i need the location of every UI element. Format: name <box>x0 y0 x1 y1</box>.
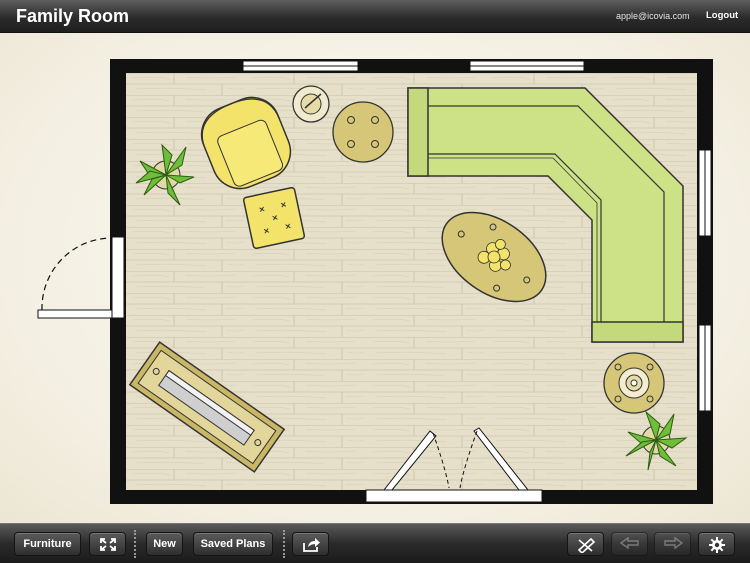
new-button[interactable]: New <box>146 532 183 556</box>
corner-lamp-table[interactable] <box>603 352 665 414</box>
yellow-ottoman[interactable] <box>242 186 306 250</box>
logout-button[interactable]: Logout <box>706 10 738 21</box>
top-window-right[interactable] <box>469 60 585 72</box>
top-bar: Family Room apple@icovia.com Logout <box>0 0 750 33</box>
redo-button[interactable] <box>654 532 691 556</box>
right-window-bottom[interactable] <box>698 324 712 412</box>
share-icon <box>302 538 320 552</box>
fit-view-button[interactable] <box>89 532 126 556</box>
expand-arrows-icon <box>99 538 116 551</box>
round-side-table[interactable] <box>332 101 394 163</box>
share-button[interactable] <box>292 532 329 556</box>
toolbar-divider <box>134 530 136 558</box>
top-window-left[interactable] <box>242 60 359 72</box>
tools-button[interactable] <box>567 532 604 556</box>
ruler-pencil-icon <box>577 537 595 553</box>
undo-button[interactable] <box>611 532 648 556</box>
settings-button[interactable] <box>698 532 735 556</box>
gear-icon <box>708 537 725 553</box>
redo-arrow-icon <box>663 537 683 550</box>
toolbar-divider <box>283 530 285 558</box>
bottom-toolbar: Furniture New Saved Plans <box>0 523 750 563</box>
undo-arrow-icon <box>619 537 639 550</box>
lamp-side-table[interactable] <box>292 85 330 123</box>
furniture-button[interactable]: Furniture <box>14 532 81 556</box>
right-window-top[interactable] <box>698 149 712 237</box>
floor-plan-canvas[interactable] <box>0 33 750 523</box>
saved-plans-button[interactable]: Saved Plans <box>193 532 273 556</box>
user-email: apple@icovia.com <box>616 11 690 21</box>
page-title: Family Room <box>16 6 130 26</box>
floor-plan[interactable] <box>0 33 750 523</box>
